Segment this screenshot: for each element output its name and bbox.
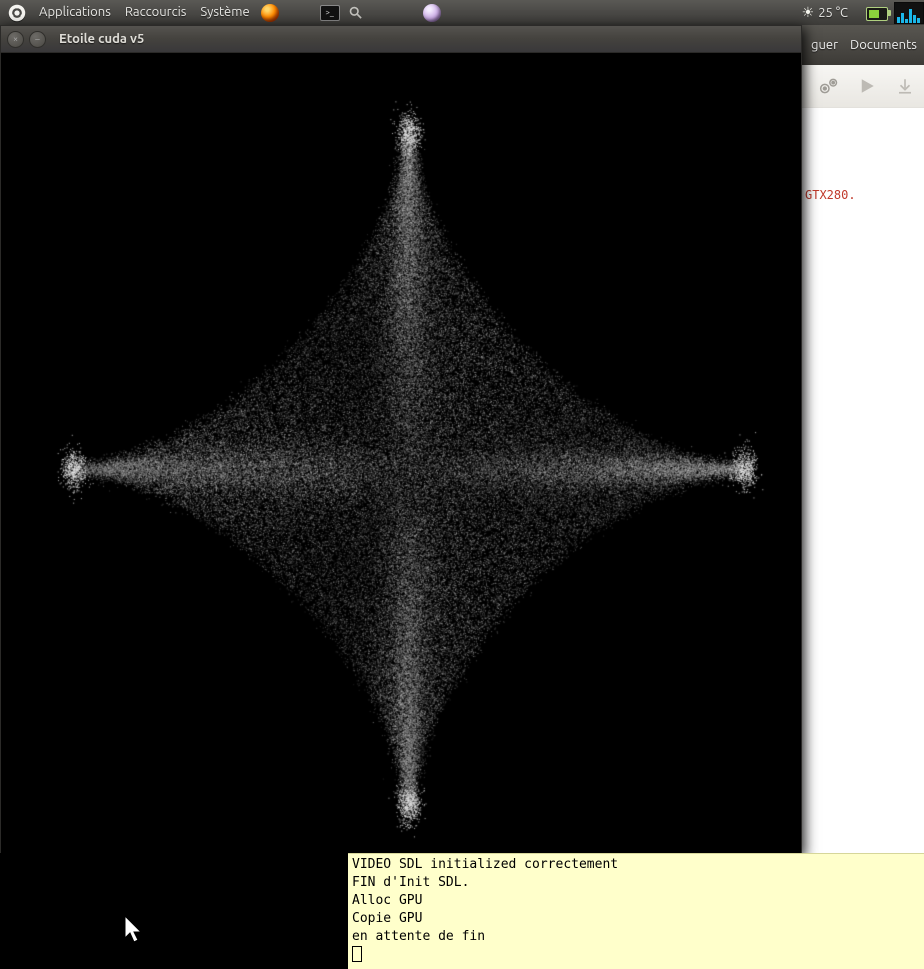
terminal-line: Copie GPU — [352, 910, 924, 928]
pidgin-icon[interactable] — [422, 3, 442, 23]
menu-shortcuts[interactable]: Raccourcis — [118, 0, 194, 25]
ide-menubar: guer Documents — [801, 25, 924, 65]
gears-icon[interactable] — [815, 73, 843, 99]
terminal-output[interactable]: VIDEO SDL initialized correctementFIN d'… — [348, 853, 924, 969]
ide-toolbar — [801, 65, 924, 108]
terminal-line: VIDEO SDL initialized correctement — [352, 856, 924, 874]
ubuntu-logo-icon[interactable] — [6, 2, 28, 24]
ide-editor[interactable]: GTX280. — [801, 107, 924, 853]
close-icon[interactable]: × — [7, 31, 24, 48]
ide-window: guer Documents GTX280. — [800, 25, 924, 853]
terminal-line: Alloc GPU — [352, 892, 924, 910]
etoile-window: × – Etoile cuda v5 — [0, 25, 802, 855]
ide-code-gpu-line: GTX280. — [805, 188, 921, 202]
weather-indicator[interactable]: ☀ 25 °C — [802, 0, 848, 25]
sun-icon: ☀ — [802, 4, 815, 21]
terminal-line: FIN d'Init SDL. — [352, 874, 924, 892]
menu-applications[interactable]: Applications — [32, 0, 118, 25]
weather-temp: 25 °C — [818, 6, 848, 20]
window-title: Etoile cuda v5 — [59, 32, 144, 46]
terminal-line: en attente de fin — [352, 928, 924, 946]
window-titlebar[interactable]: × – Etoile cuda v5 — [1, 26, 801, 53]
minimize-icon[interactable]: – — [29, 31, 46, 48]
simulation-canvas — [1, 53, 800, 853]
ide-menu-documents[interactable]: Documents — [850, 38, 917, 52]
search-icon[interactable] — [346, 3, 366, 23]
top-panel: Applications Raccourcis Système >_ ☀ 25 … — [0, 0, 924, 25]
menu-system[interactable]: Système — [193, 0, 256, 25]
cpu-graph-icon[interactable] — [894, 2, 924, 24]
download-icon[interactable] — [891, 73, 919, 99]
battery-icon[interactable] — [866, 5, 892, 21]
firefox-icon[interactable] — [260, 3, 280, 23]
terminal-launcher-icon[interactable]: >_ — [320, 3, 340, 23]
desktop-background — [0, 853, 348, 966]
terminal-cursor-line — [352, 946, 924, 964]
play-icon[interactable] — [853, 73, 881, 99]
ide-menu-debug[interactable]: guer — [811, 38, 838, 52]
